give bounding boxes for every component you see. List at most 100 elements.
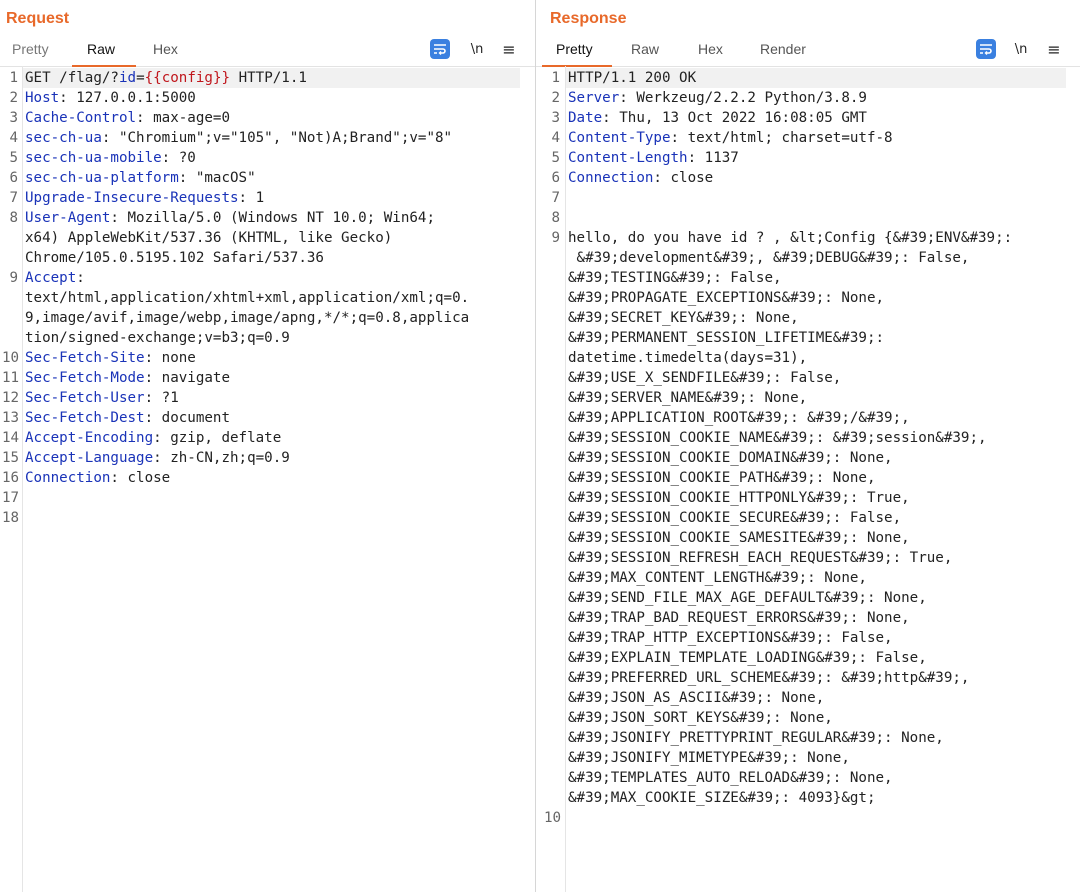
header-name: sec-ch-ua-platform bbox=[25, 170, 179, 186]
body-line: &#39;development&#39;, &#39;DEBUG&#39;: … bbox=[568, 250, 970, 266]
line-number: 5 bbox=[551, 150, 560, 166]
line-number: 5 bbox=[9, 150, 18, 166]
body-line: &#39;USE_X_SENDFILE&#39;: False, bbox=[568, 370, 842, 386]
header-row: sec-ch-ua-mobile: ?0 bbox=[25, 150, 196, 166]
menu-icon[interactable]: ≡ bbox=[1045, 39, 1063, 59]
header-value: document bbox=[153, 410, 231, 426]
header-row: Accept-Language: zh-CN,zh;q=0.9 bbox=[25, 450, 290, 466]
header-value: 127.0.0.1:5000 bbox=[67, 90, 196, 106]
line-number: 3 bbox=[9, 110, 18, 126]
header-row: Sec-Fetch-Site: none bbox=[25, 350, 196, 366]
header-name: Sec-Fetch-User bbox=[25, 390, 145, 406]
header-name: Content-Length bbox=[568, 150, 688, 166]
body-line: &#39;SESSION_COOKIE_DOMAIN&#39;: None, bbox=[568, 450, 893, 466]
header-name: sec-ch-ua-mobile bbox=[25, 150, 162, 166]
header-value: "Chromium";v="105", "Not)A;Brand";v="8" bbox=[110, 130, 453, 146]
active-tab-indicator bbox=[542, 65, 612, 67]
newline-toggle-button[interactable]: \n bbox=[1012, 39, 1030, 59]
header-row: Accept-Encoding: gzip, deflate bbox=[25, 430, 282, 446]
header-row: Sec-Fetch-Dest: document bbox=[25, 410, 231, 426]
header-value: x64) AppleWebKit/537.36 (KHTML, like Gec… bbox=[25, 230, 393, 246]
tab-hex[interactable]: Hex bbox=[153, 41, 178, 57]
request-line: GET /flag/?id={{config}} HTTP/1.1 bbox=[25, 70, 307, 86]
header-row: Upgrade-Insecure-Requests: 1 bbox=[25, 190, 265, 206]
tab-render[interactable]: Render bbox=[760, 41, 806, 57]
line-number: 9 bbox=[551, 230, 560, 246]
menu-icon[interactable]: ≡ bbox=[500, 39, 518, 59]
header-value: 1137 bbox=[696, 150, 739, 166]
body-line: &#39;SECRET_KEY&#39;: None, bbox=[568, 310, 799, 326]
body-line: &#39;MAX_CONTENT_LENGTH&#39;: None, bbox=[568, 570, 867, 586]
header-name: Accept bbox=[25, 270, 77, 286]
line-number: 7 bbox=[551, 190, 560, 206]
status-line: HTTP/1.1 200 OK bbox=[568, 70, 697, 86]
header-name: Sec-Fetch-Dest bbox=[25, 410, 145, 426]
body-line: &#39;SESSION_COOKIE_PATH&#39;: None, bbox=[568, 470, 876, 486]
newline-toggle-button[interactable]: \n bbox=[468, 39, 486, 59]
header-row: sec-ch-ua: "Chromium";v="105", "Not)A;Br… bbox=[25, 130, 453, 146]
header-value: Mozilla/5.0 (Windows NT 10.0; Win64; bbox=[118, 210, 436, 226]
tab-pretty[interactable]: Pretty bbox=[12, 41, 49, 57]
body-line: hello, do you have id ? , &lt;Config {&#… bbox=[568, 230, 1013, 246]
header-row: Connection: close bbox=[568, 170, 714, 186]
tab-raw[interactable]: Raw bbox=[631, 41, 659, 57]
header-name: Upgrade-Insecure-Requests bbox=[25, 190, 239, 206]
header-row: Sec-Fetch-Mode: navigate bbox=[25, 370, 231, 386]
line-number: 2 bbox=[9, 90, 18, 106]
tab-raw[interactable]: Raw bbox=[87, 41, 115, 57]
body-line: &#39;SESSION_COOKIE_HTTPONLY&#39;: True, bbox=[568, 490, 910, 506]
header-value: close bbox=[118, 470, 171, 486]
active-tab-indicator bbox=[72, 65, 136, 67]
tab-pretty[interactable]: Pretty bbox=[556, 41, 593, 57]
line-number: 17 bbox=[2, 490, 20, 506]
line-number: 11 bbox=[2, 370, 20, 386]
line-number: 4 bbox=[9, 130, 18, 146]
body-line: &#39;MAX_COOKIE_SIZE&#39;: 4093}&gt; bbox=[568, 790, 876, 806]
header-name: Host bbox=[25, 90, 60, 106]
response-pane: Response Pretty Raw Hex Render \n ≡ 1 2 3 4… bbox=[536, 0, 1080, 892]
body-line: &#39;JSON_AS_ASCII&#39;: None, bbox=[568, 690, 825, 706]
header-name: Content-Type bbox=[568, 130, 671, 146]
header-row: Chrome/105.0.5195.102 Safari/537.36 bbox=[25, 248, 324, 268]
header-row: Cache-Control: max-age=0 bbox=[25, 110, 231, 126]
header-row: User-Agent: Mozilla/5.0 (Windows NT 10.0… bbox=[25, 210, 436, 226]
line-number: 8 bbox=[551, 210, 560, 226]
line-number: 1 bbox=[551, 70, 560, 86]
header-row: sec-ch-ua-platform: "macOS" bbox=[25, 170, 256, 186]
header-value: ?0 bbox=[170, 150, 196, 166]
header-row: Host: 127.0.0.1:5000 bbox=[25, 90, 196, 106]
line-number: 9 bbox=[9, 270, 18, 286]
wrap-lines-icon[interactable] bbox=[430, 39, 450, 59]
header-row: x64) AppleWebKit/537.36 (KHTML, like Gec… bbox=[25, 228, 392, 248]
header-value: Werkzeug/2.2.2 Python/3.8.9 bbox=[627, 90, 867, 106]
line-number: 6 bbox=[551, 170, 560, 186]
line-number: 12 bbox=[2, 390, 20, 406]
body-line: &#39;SESSION_COOKIE_SECURE&#39;: False, bbox=[568, 510, 902, 526]
line-number: 8 bbox=[9, 210, 18, 226]
line-gutter bbox=[565, 66, 566, 892]
response-title: Response bbox=[550, 10, 627, 27]
header-row: Content-Length: 1137 bbox=[568, 150, 739, 166]
line-number: 3 bbox=[551, 110, 560, 126]
line-gutter bbox=[22, 66, 23, 892]
request-tabs: Pretty Raw Hex \n ≡ bbox=[0, 38, 535, 67]
body-line: &#39;PROPAGATE_EXCEPTIONS&#39;: None, bbox=[568, 290, 885, 306]
header-name: Accept-Language bbox=[25, 450, 154, 466]
header-value: none bbox=[153, 350, 196, 366]
wrap-lines-icon[interactable] bbox=[976, 39, 996, 59]
header-row: Date: Thu, 13 Oct 2022 16:08:05 GMT bbox=[568, 110, 867, 126]
body-line: &#39;TRAP_HTTP_EXCEPTIONS&#39;: False, bbox=[568, 630, 893, 646]
body-line: &#39;SEND_FILE_MAX_AGE_DEFAULT&#39;: Non… bbox=[568, 590, 927, 606]
header-row: Server: Werkzeug/2.2.2 Python/3.8.9 bbox=[568, 90, 867, 106]
header-value: tion/signed-exchange;v=b3;q=0.9 bbox=[25, 330, 290, 346]
tab-hex[interactable]: Hex bbox=[698, 41, 723, 57]
line-number: 18 bbox=[2, 510, 20, 526]
header-name: Connection bbox=[25, 470, 111, 486]
header-row: text/html,application/xhtml+xml,applicat… bbox=[25, 288, 469, 308]
body-line: &#39;TESTING&#39;: False, bbox=[568, 270, 782, 286]
body-line: &#39;EXPLAIN_TEMPLATE_LOADING&#39;: Fals… bbox=[568, 650, 927, 666]
header-value: ?1 bbox=[153, 390, 179, 406]
line-number: 14 bbox=[2, 430, 20, 446]
header-name: Accept-Encoding bbox=[25, 430, 154, 446]
header-value: max-age=0 bbox=[144, 110, 231, 126]
